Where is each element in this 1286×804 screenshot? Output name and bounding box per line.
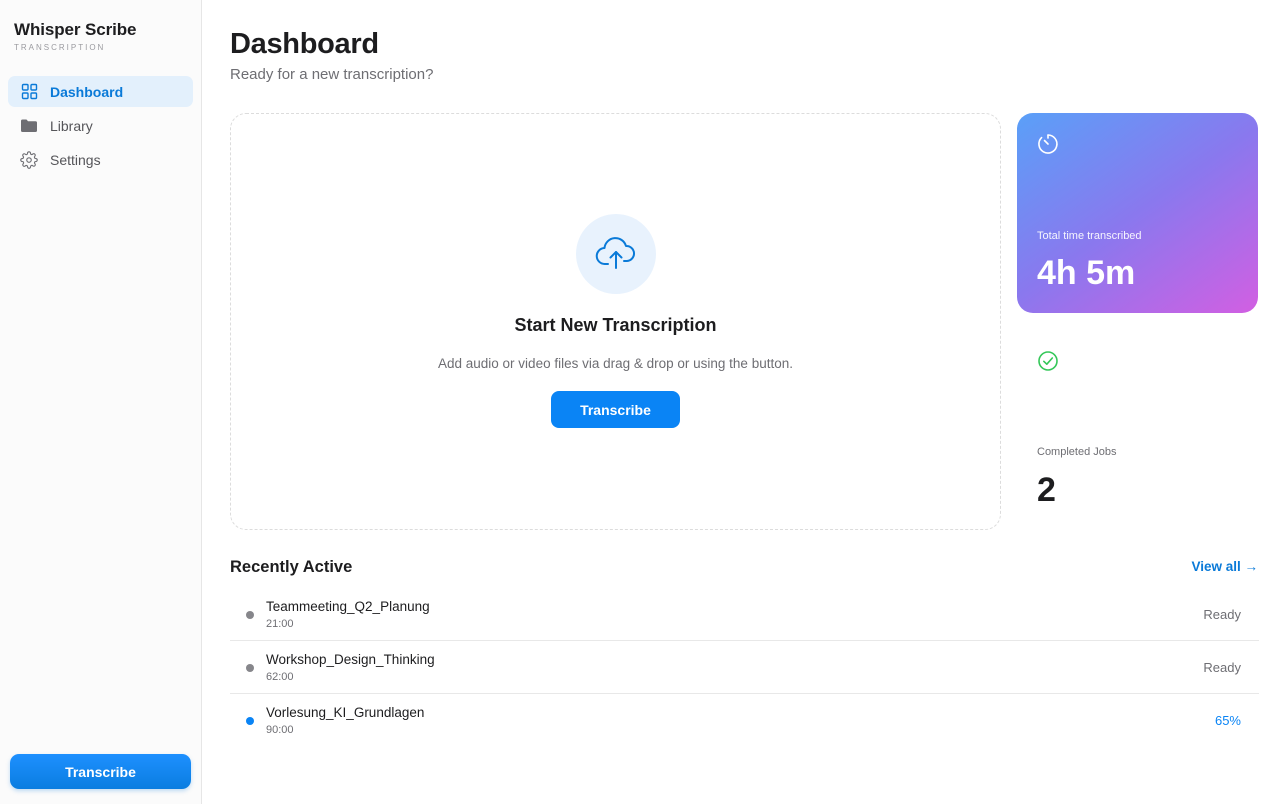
dropzone-title: Start New Transcription <box>514 315 717 335</box>
app-name: Whisper Scribe <box>14 20 137 39</box>
status-dot <box>246 664 254 672</box>
folder-icon <box>20 117 38 135</box>
sidebar-nav: Dashboard Library Settings <box>8 76 193 178</box>
stat-value: 2 <box>1037 471 1056 509</box>
sidebar-item-dashboard[interactable]: Dashboard <box>8 76 193 107</box>
transcribe-button[interactable]: Transcribe <box>551 391 680 428</box>
sidebar: Whisper Scribe TRANSCRIPTION Dashboard L… <box>0 0 202 804</box>
gear-icon <box>20 150 38 169</box>
sidebar-transcribe-button[interactable]: Transcribe <box>10 754 191 789</box>
status-dot <box>246 717 254 725</box>
view-all-link[interactable]: View all → <box>1191 559 1258 574</box>
dropzone[interactable]: Start New Transcription Add audio or vid… <box>230 113 1001 530</box>
stat-label: Completed Jobs <box>1037 446 1117 458</box>
timer-icon <box>1037 133 1059 160</box>
item-status: Ready <box>1203 607 1241 622</box>
sidebar-item-settings[interactable]: Settings <box>8 144 193 175</box>
item-name: Workshop_Design_Thinking <box>266 652 435 667</box>
item-duration: 90:00 <box>266 724 294 736</box>
item-status: Ready <box>1203 660 1241 675</box>
stat-card-jobs: Completed Jobs 2 <box>1017 330 1258 530</box>
app-subtitle: TRANSCRIPTION <box>14 43 106 52</box>
sidebar-item-label: Settings <box>50 151 101 168</box>
recent-list: Teammeeting_Q2_Planung 21:00 Ready Works… <box>230 588 1259 747</box>
item-duration: 21:00 <box>266 618 294 630</box>
sidebar-item-library[interactable]: Library <box>8 110 193 141</box>
item-name: Vorlesung_KI_Grundlagen <box>266 705 425 720</box>
stat-card-time: Total time transcribed 4h 5m <box>1017 113 1258 313</box>
list-item[interactable]: Teammeeting_Q2_Planung 21:00 Ready <box>230 588 1259 641</box>
cloud-upload-icon <box>576 214 656 294</box>
check-circle-icon <box>1037 350 1059 377</box>
list-item[interactable]: Vorlesung_KI_Grundlagen 90:00 65% <box>230 694 1259 747</box>
item-duration: 62:00 <box>266 671 294 683</box>
sidebar-item-label: Dashboard <box>50 83 124 100</box>
grid-icon <box>20 83 38 101</box>
stat-value: 4h 5m <box>1037 254 1136 292</box>
item-progress: 65% <box>1214 713 1241 728</box>
page-title: Dashboard <box>230 28 379 60</box>
list-item[interactable]: Workshop_Design_Thinking 62:00 Ready <box>230 641 1259 694</box>
item-name: Teammeeting_Q2_Planung <box>266 599 430 614</box>
status-dot <box>246 611 254 619</box>
brand: Whisper Scribe TRANSCRIPTION <box>14 20 136 52</box>
stat-label: Total time transcribed <box>1037 230 1142 242</box>
dropzone-text: Add audio or video files via drag & drop… <box>438 356 793 371</box>
page-subtitle: Ready for a new transcription? <box>230 66 434 83</box>
recent-title: Recently Active <box>230 558 353 576</box>
sidebar-item-label: Library <box>50 117 93 134</box>
